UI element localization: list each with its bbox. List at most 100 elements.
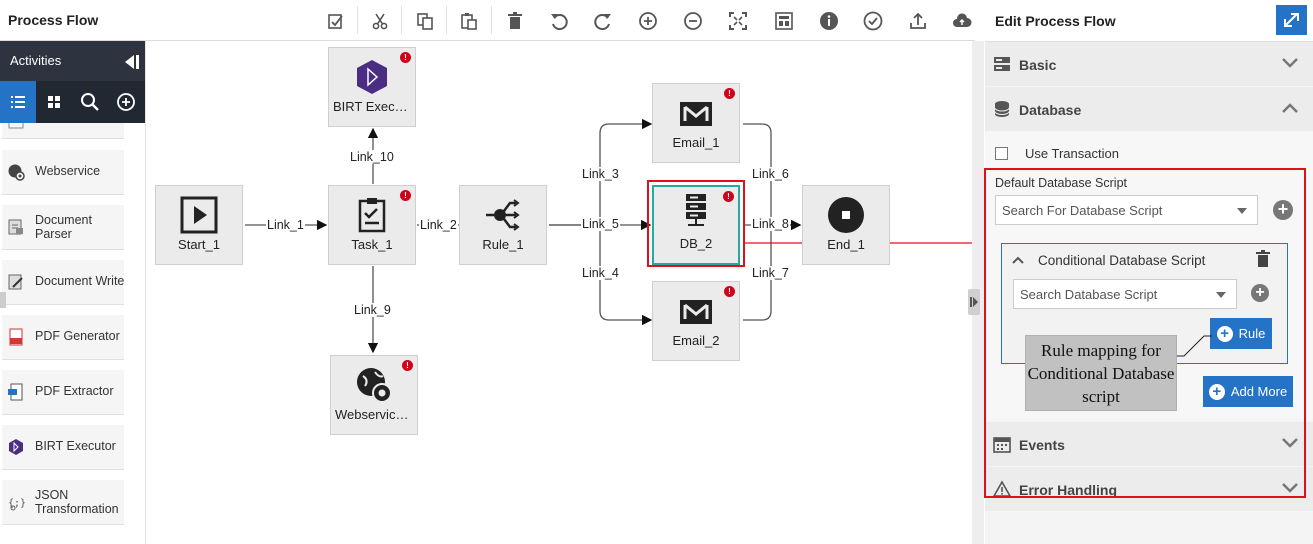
link-label[interactable]: Link_3 bbox=[581, 167, 620, 181]
conditional-script-select[interactable]: Search Database Script bbox=[1013, 279, 1237, 309]
link-label[interactable]: Link_5 bbox=[581, 217, 620, 231]
rule-button[interactable]: + Rule bbox=[1210, 318, 1272, 349]
use-transaction-checkbox[interactable] bbox=[995, 147, 1008, 160]
activities-header: Activities bbox=[0, 41, 145, 81]
paste-icon[interactable] bbox=[451, 6, 487, 36]
database-server-icon bbox=[686, 194, 706, 226]
section-basic[interactable]: Basic bbox=[985, 42, 1313, 86]
link-label[interactable]: Link_4 bbox=[581, 266, 620, 280]
tab-list-view[interactable] bbox=[0, 81, 36, 123]
page-title: Process Flow bbox=[8, 12, 99, 28]
node-rule[interactable]: Rule_1 bbox=[459, 185, 547, 265]
add-default-script-button[interactable]: + bbox=[1273, 200, 1293, 220]
default-script-select[interactable]: Search For Database Script bbox=[995, 195, 1258, 225]
node-label: Rule_1 bbox=[482, 237, 524, 252]
use-transaction-label: Use Transaction bbox=[1025, 146, 1119, 161]
panel-toggle-handle[interactable] bbox=[968, 289, 980, 315]
node-start[interactable]: Start_1 bbox=[155, 185, 243, 265]
birt-icon bbox=[9, 439, 23, 455]
palette-item-birt-executor[interactable]: BIRT Executor bbox=[2, 425, 124, 470]
palette-item-json-transformation[interactable]: {;} JSON Transformation bbox=[2, 480, 124, 525]
chevron-up-icon bbox=[1282, 103, 1298, 113]
search-icon bbox=[81, 93, 99, 111]
svg-text:{;}: {;} bbox=[8, 498, 25, 509]
section-label: Error Handling bbox=[1019, 482, 1118, 498]
error-badge: ! bbox=[724, 88, 735, 99]
zoom-in-icon[interactable] bbox=[630, 6, 666, 36]
node-db[interactable]: ! DB_2 bbox=[652, 185, 740, 265]
add-more-label: Add More bbox=[1230, 384, 1288, 399]
tab-search[interactable] bbox=[72, 81, 108, 123]
section-database[interactable]: Database bbox=[985, 87, 1313, 131]
palette-item-pdf-extractor[interactable]: PDF Extractor bbox=[2, 370, 124, 415]
palette-item-document-writer[interactable]: Document Write bbox=[2, 260, 124, 305]
palette-item-label: Document Write bbox=[35, 274, 125, 288]
node-label: Task_1 bbox=[351, 237, 393, 252]
save-icon[interactable] bbox=[318, 6, 354, 36]
link-label[interactable]: Link_6 bbox=[751, 167, 790, 181]
plus-circle-icon: + bbox=[1208, 383, 1225, 400]
play-icon bbox=[180, 196, 218, 234]
tab-grid-view[interactable] bbox=[36, 81, 72, 123]
flow-canvas[interactable] bbox=[146, 41, 972, 544]
database-icon bbox=[994, 101, 1010, 117]
node-email-2[interactable]: ! Email_2 bbox=[652, 281, 740, 361]
node-task[interactable]: ! Task_1 bbox=[328, 185, 416, 265]
undo-icon[interactable] bbox=[541, 6, 577, 36]
section-events[interactable]: Events bbox=[985, 422, 1313, 466]
gmail-icon bbox=[680, 300, 712, 324]
top-toolbar: Process Flow bbox=[0, 0, 975, 41]
link-label[interactable]: Link_10 bbox=[349, 150, 395, 164]
node-label: DB_2 bbox=[679, 236, 713, 251]
add-circle-icon bbox=[117, 93, 135, 111]
tab-add[interactable] bbox=[108, 81, 144, 123]
link-label[interactable]: Link_2 bbox=[419, 218, 458, 232]
add-more-button[interactable]: + Add More bbox=[1203, 376, 1293, 407]
warning-icon bbox=[993, 480, 1011, 497]
link-label[interactable]: Link_9 bbox=[353, 303, 392, 317]
trash-icon[interactable] bbox=[1255, 250, 1271, 268]
node-label: Email_1 bbox=[672, 135, 720, 150]
chevron-down-icon bbox=[1282, 438, 1298, 448]
gmail-icon bbox=[680, 102, 712, 126]
palette-resize-handle[interactable] bbox=[0, 292, 6, 308]
palette-item-label: Webservice bbox=[35, 164, 101, 178]
palette-item-document-parser[interactable]: Document Parser bbox=[2, 205, 124, 250]
zoom-out-icon[interactable] bbox=[675, 6, 711, 36]
chevron-down-icon bbox=[1282, 58, 1298, 68]
node-label: Email_2 bbox=[672, 333, 720, 348]
fit-screen-icon[interactable] bbox=[720, 6, 756, 36]
expand-icon bbox=[1284, 13, 1299, 27]
node-end[interactable]: End_1 bbox=[802, 185, 890, 265]
delete-icon[interactable] bbox=[497, 6, 533, 36]
clipboard-check-icon bbox=[358, 198, 386, 233]
export-icon[interactable] bbox=[900, 6, 936, 36]
link-label[interactable]: Link_1 bbox=[266, 218, 305, 232]
add-conditional-script-button[interactable]: + bbox=[1251, 284, 1269, 302]
node-email-1[interactable]: ! Email_1 bbox=[652, 83, 740, 163]
node-webservice[interactable]: ! Webservice... bbox=[330, 355, 418, 435]
error-badge: ! bbox=[723, 191, 734, 202]
chevron-up-icon[interactable] bbox=[1012, 255, 1024, 265]
palette-item-pdf-generator[interactable]: PDF Generator bbox=[2, 315, 124, 360]
palette-item-webservice[interactable]: Webservice bbox=[2, 150, 124, 195]
chevron-down-icon bbox=[1282, 483, 1298, 493]
redo-icon[interactable] bbox=[585, 6, 621, 36]
publish-icon[interactable] bbox=[944, 6, 980, 36]
link-label[interactable]: Link_7 bbox=[751, 266, 790, 280]
webservice-icon bbox=[357, 368, 392, 403]
birt-icon bbox=[357, 60, 387, 94]
info-icon[interactable] bbox=[811, 6, 847, 36]
node-birt-executor[interactable]: ! BIRT Execu... bbox=[328, 47, 416, 127]
expand-panel-button[interactable] bbox=[1276, 5, 1307, 35]
link-label[interactable]: Link_8 bbox=[751, 217, 790, 231]
error-badge: ! bbox=[724, 286, 735, 297]
collapse-panel-icon[interactable] bbox=[122, 53, 140, 71]
grid-icon[interactable] bbox=[766, 6, 802, 36]
validate-icon[interactable] bbox=[855, 6, 891, 36]
section-label: Database bbox=[1019, 102, 1082, 118]
cut-icon[interactable] bbox=[362, 6, 398, 36]
pdf-extractor-icon bbox=[8, 383, 23, 401]
section-error-handling[interactable]: Error Handling bbox=[985, 467, 1313, 511]
copy-icon[interactable] bbox=[407, 6, 443, 36]
